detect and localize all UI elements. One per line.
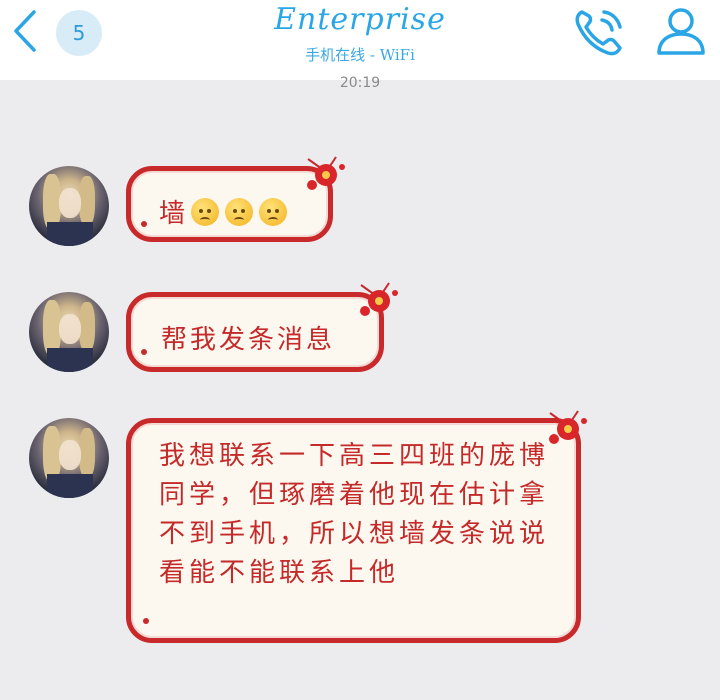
sender-avatar[interactable] — [29, 292, 109, 372]
contact-profile-icon[interactable] — [654, 4, 708, 58]
message-bubble[interactable]: 帮我发条消息 — [126, 282, 398, 372]
message-text: 帮我发条消息 — [161, 325, 336, 355]
message-content: 墙 — [159, 193, 288, 230]
worried-face-emoji-icon — [225, 197, 254, 226]
top-bar: 5 Enterprise 手机在线 - WiFi — [0, 0, 720, 80]
message-text: 我想联系一下高三四班的庞博同学，但琢磨着他现在估计拿不到手机，所以想墙发条说说看… — [159, 441, 550, 588]
message-bubble[interactable]: 墙 — [126, 156, 345, 242]
message-text: 墙 — [159, 199, 186, 229]
phone-call-icon[interactable] — [572, 6, 628, 58]
plum-blossom-decoration-icon — [360, 282, 398, 316]
plum-blossom-decoration-icon — [307, 156, 345, 190]
message-timestamp: 20:19 — [339, 75, 381, 91]
plum-blossom-decoration-icon — [549, 410, 587, 444]
sender-avatar[interactable] — [29, 166, 109, 246]
message-bubble[interactable]: 我想联系一下高三四班的庞博同学，但琢磨着他现在估计拿不到手机，所以想墙发条说说看… — [126, 410, 587, 643]
worried-face-emoji-icon — [191, 197, 220, 226]
sender-avatar[interactable] — [29, 418, 109, 498]
worried-face-emoji-icon — [259, 197, 288, 226]
